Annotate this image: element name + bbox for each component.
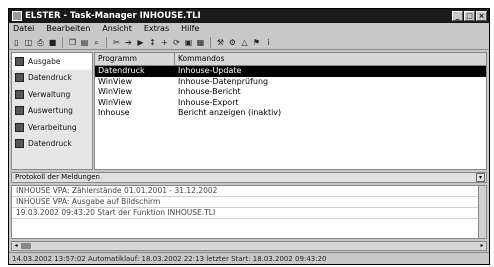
bookmark-icon[interactable]: ⚑ bbox=[252, 38, 261, 47]
sidebar-item-datendruck[interactable]: Datendruck bbox=[12, 70, 92, 87]
menu-bar: Datei Bearbeiten Ansicht Extras Hilfe bbox=[9, 23, 489, 35]
maximize-button[interactable]: □ bbox=[464, 11, 475, 21]
scroll-right-icon[interactable]: ▸ bbox=[478, 242, 486, 250]
log-entry: INHOUSE VPA: Ausgabe auf Bildschirm bbox=[12, 197, 486, 208]
scroll-thumb[interactable] bbox=[21, 243, 31, 249]
run-icon[interactable]: ▶ bbox=[136, 38, 145, 47]
table-row[interactable]: WinView Inhouse-Export bbox=[95, 98, 486, 109]
menu-ansicht[interactable]: Ansicht bbox=[102, 23, 132, 35]
toolbar-separator bbox=[62, 36, 63, 48]
table-row[interactable]: WinView Inhouse-Bericht bbox=[95, 87, 486, 98]
log-panel-title: Protokoll der Meldungen ▾ bbox=[11, 172, 487, 183]
sidebar-item-verwaltung[interactable]: Verwaltung bbox=[12, 86, 92, 103]
log-list[interactable]: INHOUSE VPA: Zählerstände 01.01.2001 - 3… bbox=[11, 185, 487, 239]
main-window: ELSTER - Task-Manager INHOUSE.TLI _ □ × … bbox=[8, 8, 490, 265]
sidebar: Ausgabe Datendruck Verwaltung Auswertung… bbox=[11, 52, 93, 170]
copy-icon[interactable]: ❐ bbox=[68, 38, 77, 47]
window-title: ELSTER - Task-Manager INHOUSE.TLI bbox=[25, 11, 201, 21]
info-icon[interactable]: ⅰ bbox=[264, 38, 273, 47]
output-icon bbox=[15, 56, 24, 66]
log-vertical-scrollbar[interactable] bbox=[478, 186, 486, 238]
column-header-program[interactable]: Programm bbox=[95, 53, 175, 65]
toolbar: ▯ ◫ ⎙ ■ ❐ ▤ ⌕ ✂ ➔ ▶ ↕ + ⟳ ▣ ▦ ⚒ ⚙ △ ⚑ ⅰ bbox=[9, 35, 489, 50]
paste-icon[interactable]: ▤ bbox=[80, 38, 89, 47]
sidebar-item-verarbeitung[interactable]: Verarbeitung bbox=[12, 119, 92, 136]
column-header-command[interactable]: Kommandos bbox=[175, 53, 486, 65]
triangle-icon[interactable]: △ bbox=[240, 38, 249, 47]
horizontal-scrollbar[interactable]: ◂ ▸ bbox=[11, 241, 487, 251]
status-bar: 14.03.2002 13:57:02 Automatiklauf: 18.03… bbox=[9, 252, 489, 264]
cut-icon[interactable]: ✂ bbox=[112, 38, 121, 47]
app-icon[interactable] bbox=[12, 11, 22, 21]
menu-bearbeiten[interactable]: Bearbeiten bbox=[46, 23, 90, 35]
menu-extras[interactable]: Extras bbox=[144, 23, 169, 35]
layout-icon[interactable]: ▦ bbox=[196, 38, 205, 47]
process-icon bbox=[15, 122, 24, 132]
table-header: Programm Kommandos bbox=[95, 53, 486, 66]
admin-icon bbox=[15, 89, 24, 99]
up-icon[interactable]: ↕ bbox=[148, 38, 157, 47]
print-icon[interactable]: ⎙ bbox=[36, 38, 45, 47]
sidebar-item-ausgabe[interactable]: Ausgabe bbox=[12, 53, 92, 70]
minimize-button[interactable]: _ bbox=[452, 11, 463, 21]
log-entry: INHOUSE VPA: Zählerstände 01.01.2001 - 3… bbox=[12, 186, 486, 197]
find-icon[interactable]: ⌕ bbox=[92, 38, 101, 47]
refresh-icon[interactable]: ⟳ bbox=[172, 38, 181, 47]
log-entry: 19.03.2002 09:43:20 Start der Funktion I… bbox=[12, 208, 486, 219]
new-icon[interactable]: ▯ bbox=[12, 38, 21, 47]
analysis-icon bbox=[15, 106, 24, 116]
panel-toggle-button[interactable]: ▾ bbox=[476, 173, 485, 182]
table-row[interactable]: Datendruck Inhouse-Update bbox=[95, 66, 486, 77]
menu-hilfe[interactable]: Hilfe bbox=[181, 23, 199, 35]
scroll-left-icon[interactable]: ◂ bbox=[12, 242, 20, 250]
menu-datei[interactable]: Datei bbox=[13, 23, 34, 35]
window-icon[interactable]: ▣ bbox=[184, 38, 193, 47]
sidebar-item-auswertung[interactable]: Auswertung bbox=[12, 103, 92, 120]
save-icon[interactable]: ■ bbox=[48, 38, 57, 47]
print-data-icon bbox=[15, 73, 24, 83]
tools-icon[interactable]: ⚒ bbox=[216, 38, 225, 47]
toolbar-separator bbox=[106, 36, 107, 48]
play-icon bbox=[15, 139, 24, 149]
add-icon[interactable]: + bbox=[160, 38, 169, 47]
toolbar-separator bbox=[210, 36, 211, 48]
close-button[interactable]: × bbox=[476, 11, 487, 21]
open-icon[interactable]: ◫ bbox=[24, 38, 33, 47]
program-table: Programm Kommandos Datendruck Inhouse-Upd… bbox=[94, 52, 487, 170]
sidebar-item-datendruck-2[interactable]: Datendruck bbox=[12, 136, 92, 153]
title-bar[interactable]: ELSTER - Task-Manager INHOUSE.TLI _ □ × bbox=[9, 9, 489, 23]
arrow-icon[interactable]: ➔ bbox=[124, 38, 133, 47]
settings-icon[interactable]: ⚙ bbox=[228, 38, 237, 47]
table-row[interactable]: WinView Inhouse-Datenprüfung bbox=[95, 77, 486, 88]
table-row[interactable]: Inhouse Bericht anzeigen (inaktiv) bbox=[95, 108, 486, 119]
